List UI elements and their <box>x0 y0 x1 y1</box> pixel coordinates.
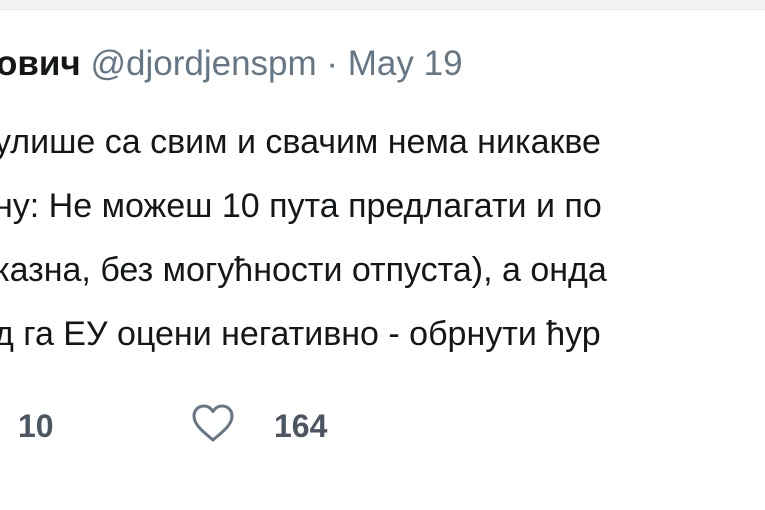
tweet-text-line: д га ЕУ оцени негативно - обрнути ћур <box>0 315 601 353</box>
author-handle[interactable]: @djordjenspm <box>90 44 316 83</box>
author-name[interactable]: ович <box>0 44 81 83</box>
like-button[interactable] <box>188 398 238 448</box>
top-divider <box>0 0 765 10</box>
tweet-text: улише са свим и свачим нема никакве ну: … <box>0 110 765 366</box>
tweet-header: ович @djordjenspm · May 19 <box>0 46 463 81</box>
tweet-text-line: ну: Не можеш 10 пута предлагати и по <box>0 187 602 225</box>
heart-outline-icon <box>192 404 234 442</box>
tweet-date[interactable]: May 19 <box>348 44 463 83</box>
tweet-actions: 10 164 <box>0 398 765 458</box>
retweet-count[interactable]: 10 <box>18 410 54 442</box>
tweet-text-line: улише са свим и свачим нема никакве <box>0 123 601 161</box>
tweet-text-line: казна, без могућности отпуста), а онда <box>0 251 607 289</box>
header-separator: · <box>326 44 339 83</box>
like-count[interactable]: 164 <box>274 410 327 442</box>
